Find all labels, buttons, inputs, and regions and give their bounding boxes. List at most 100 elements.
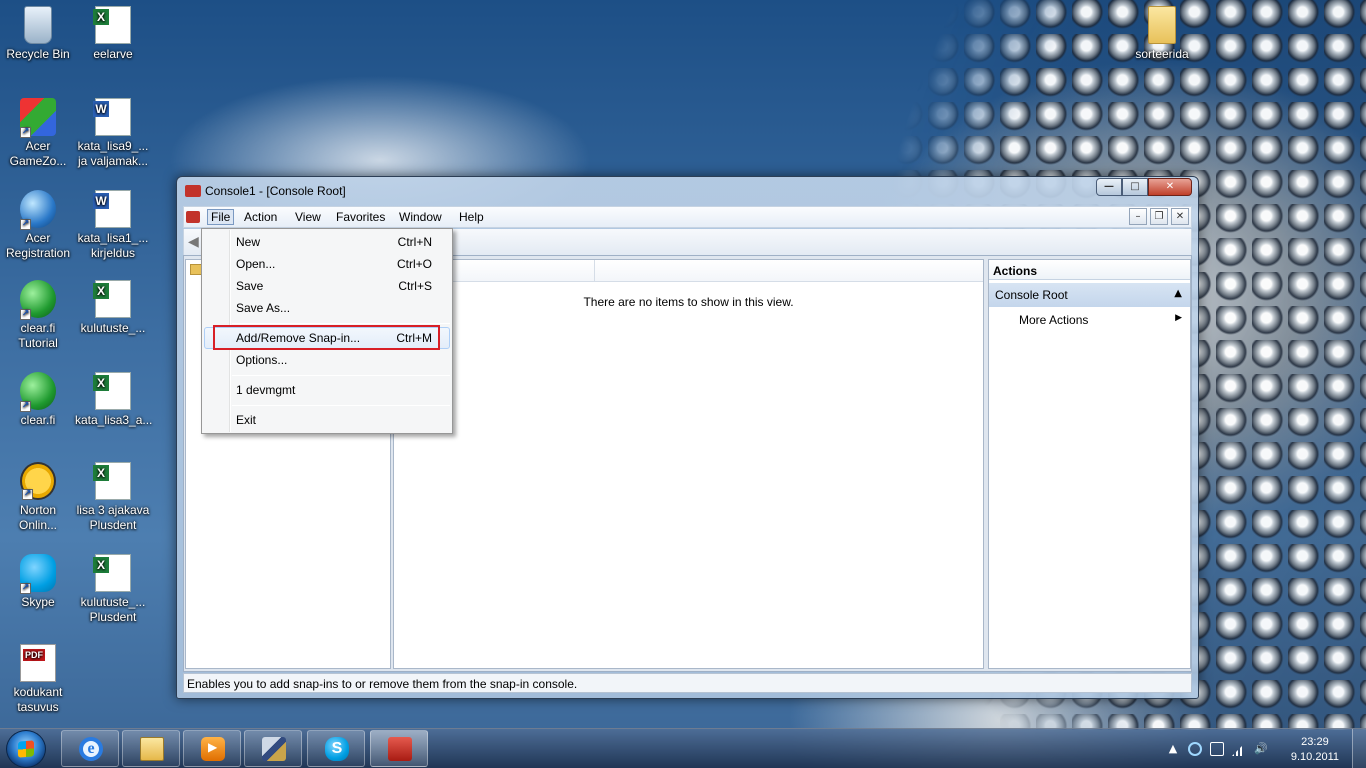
window-titlebar[interactable]: Console1 - [Console Root] — □ ✕ <box>177 177 1198 205</box>
desktop-icon-kata-lisa3[interactable]: kata_lisa3_a... <box>75 372 153 428</box>
pdf-file-icon <box>20 644 56 682</box>
results-column-header <box>394 260 983 282</box>
minimize-button[interactable]: — <box>1096 178 1122 196</box>
more-actions-item[interactable]: More Actions ▶ <box>989 307 1190 329</box>
game-cube-icon: ↗ <box>20 98 56 138</box>
shortcut-arrow-icon: ↗ <box>22 489 33 500</box>
desktop-icon-acer-gamezone[interactable]: ↗ Acer GameZo... <box>0 98 76 169</box>
empty-view-message: There are no items to show in this view. <box>583 295 794 309</box>
menu-item-shortcut: Ctrl+S <box>398 279 432 293</box>
menu-separator <box>232 375 450 376</box>
taskbar-setup-wizard[interactable] <box>244 730 302 767</box>
submenu-arrow-icon: ▶ <box>1175 313 1182 323</box>
menu-item-label: Exit <box>236 413 257 427</box>
menu-item-save[interactable]: Save Ctrl+S <box>204 275 450 297</box>
menu-item-shortcut: Ctrl+N <box>397 235 432 249</box>
mmc-toolbox-icon <box>388 737 412 761</box>
menu-item-save-as[interactable]: Save As... <box>204 297 450 319</box>
taskbar-mmc-console[interactable] <box>370 730 428 767</box>
desktop-icon-label: kulutuste_... <box>80 321 146 335</box>
menu-file[interactable]: File <box>207 209 235 225</box>
mdi-close-button[interactable]: ✕ <box>1171 208 1189 225</box>
menu-item-label: Save As... <box>236 301 291 315</box>
volume-icon[interactable]: 🔊 <box>1254 742 1268 756</box>
mdi-restore-button[interactable]: ❐ <box>1150 208 1168 225</box>
menu-help[interactable]: Help <box>459 210 484 224</box>
taskbar-internet-explorer[interactable]: e <box>61 730 119 767</box>
desktop-icon-norton[interactable]: ↗ Norton Onlin... <box>0 462 76 533</box>
desktop-icon-lisa3-ajakava[interactable]: lisa 3 ajakava Plusdent <box>75 462 151 533</box>
menu-favorites[interactable]: Favorites <box>336 210 385 224</box>
results-pane[interactable]: There are no items to show in this view. <box>393 259 984 669</box>
clock-time: 23:29 <box>1301 736 1329 748</box>
menu-item-label: Save <box>236 279 264 293</box>
desktop-icon-clearfi[interactable]: ↗ clear.fi <box>0 372 76 428</box>
tray-clock[interactable]: 23:29 9.10.2011 <box>1291 735 1339 765</box>
desktop-icon-clearfi-tutorial[interactable]: ↗ clear.fi Tutorial <box>0 280 76 351</box>
clearfi-icon: ↗ <box>20 372 56 412</box>
desktop-icon-kulutuste[interactable]: kulutuste_... <box>75 280 151 336</box>
taskbar-skype[interactable]: S <box>307 730 365 767</box>
desktop-icon-label: clear.fi <box>20 413 56 427</box>
desktop-icon-label: kata_lisa3_a... <box>75 413 153 427</box>
mdi-minimize-button[interactable]: – <box>1129 208 1147 225</box>
menu-item-exit[interactable]: Exit <box>204 409 450 431</box>
show-desktop-button[interactable] <box>1352 729 1366 768</box>
console-icon[interactable] <box>186 211 200 223</box>
clock-date: 9.10.2011 <box>1290 751 1339 763</box>
word-file-icon <box>93 190 131 228</box>
menu-item-new[interactable]: New Ctrl+N <box>204 231 450 253</box>
desktop-icon-label: kodukant tasuvus <box>13 685 63 714</box>
actions-console-root[interactable]: Console Root ▲ <box>989 283 1190 307</box>
menu-item-label: New <box>236 235 261 249</box>
actions-pane: Actions Console Root ▲ More Actions ▶ <box>988 259 1191 669</box>
desktop-icon-label: eelarve <box>93 47 133 61</box>
desktop-icon-kulutuste-plusdent[interactable]: kulutuste_... Plusdent <box>75 554 151 625</box>
norton-icon: ↗ <box>20 462 56 500</box>
desktop-icon-label: sorteerida <box>1135 47 1189 61</box>
collapse-up-icon[interactable]: ▲ <box>1174 289 1182 299</box>
menu-window[interactable]: Window <box>399 210 442 224</box>
menu-item-recent-devmgmt[interactable]: 1 devmgmt <box>204 379 450 401</box>
desktop-icon-label: lisa 3 ajakava Plusdent <box>76 503 150 532</box>
desktop-icon-skype[interactable]: ↗ Skype <box>0 554 76 610</box>
desktop-icon-kata-lisa1[interactable]: kata_lisa1_... kirjeldus <box>75 190 151 261</box>
maximize-button[interactable]: □ <box>1122 178 1148 196</box>
skype-icon: ↗ <box>20 554 56 594</box>
tray-app-icon[interactable] <box>1188 742 1202 756</box>
action-center-icon[interactable] <box>1210 742 1224 756</box>
desktop-icon-kata-lisa9[interactable]: kata_lisa9_... ja valjamak... <box>75 98 151 169</box>
close-button[interactable]: ✕ <box>1148 178 1192 196</box>
back-arrow-icon[interactable]: ◀ <box>188 235 202 249</box>
show-hidden-icons-arrow-icon[interactable]: ▲ <box>1166 742 1180 756</box>
desktop-icon-label: kulutuste_... Plusdent <box>80 595 146 624</box>
menu-item-open[interactable]: Open... Ctrl+O <box>204 253 450 275</box>
taskbar-windows-explorer[interactable] <box>122 730 180 767</box>
desktop-icon-acer-registration[interactable]: ↗ Acer Registration <box>0 190 76 261</box>
excel-file-icon <box>93 280 131 318</box>
desktop-icon-label: kata_lisa9_... ja valjamak... <box>77 139 149 168</box>
mmc-app-icon[interactable] <box>185 185 201 197</box>
desktop-icon-recycle-bin[interactable]: Recycle Bin <box>0 6 76 62</box>
shortcut-arrow-icon: ↗ <box>20 309 31 320</box>
menu-item-options[interactable]: Options... <box>204 349 450 371</box>
windows-logo-icon <box>18 740 34 758</box>
menu-view[interactable]: View <box>295 210 321 224</box>
desktop-icon-sorteerida[interactable]: sorteerida <box>1124 6 1200 62</box>
start-button[interactable] <box>6 730 46 768</box>
desktop-icon-label: Norton Onlin... <box>18 503 57 532</box>
menu-bar: File Action View Favorites Window Help –… <box>183 206 1192 228</box>
shortcut-arrow-icon: ↗ <box>20 583 31 594</box>
taskbar-media-player[interactable] <box>183 730 241 767</box>
desktop-icon-eelarve[interactable]: eelarve <box>75 6 151 62</box>
menu-item-label: Options... <box>236 353 288 367</box>
excel-file-icon <box>93 372 131 410</box>
menu-item-label: Open... <box>236 257 276 271</box>
desktop-icon-kodukant[interactable]: kodukant tasuvus <box>0 644 76 715</box>
shortcut-arrow-icon: ↗ <box>20 127 31 138</box>
menu-action[interactable]: Action <box>244 210 277 224</box>
network-signal-icon[interactable] <box>1232 742 1246 756</box>
desktop-icon-label: Acer Registration <box>5 231 71 260</box>
more-actions-label: More Actions <box>1019 313 1089 327</box>
wizard-icon <box>262 737 286 761</box>
